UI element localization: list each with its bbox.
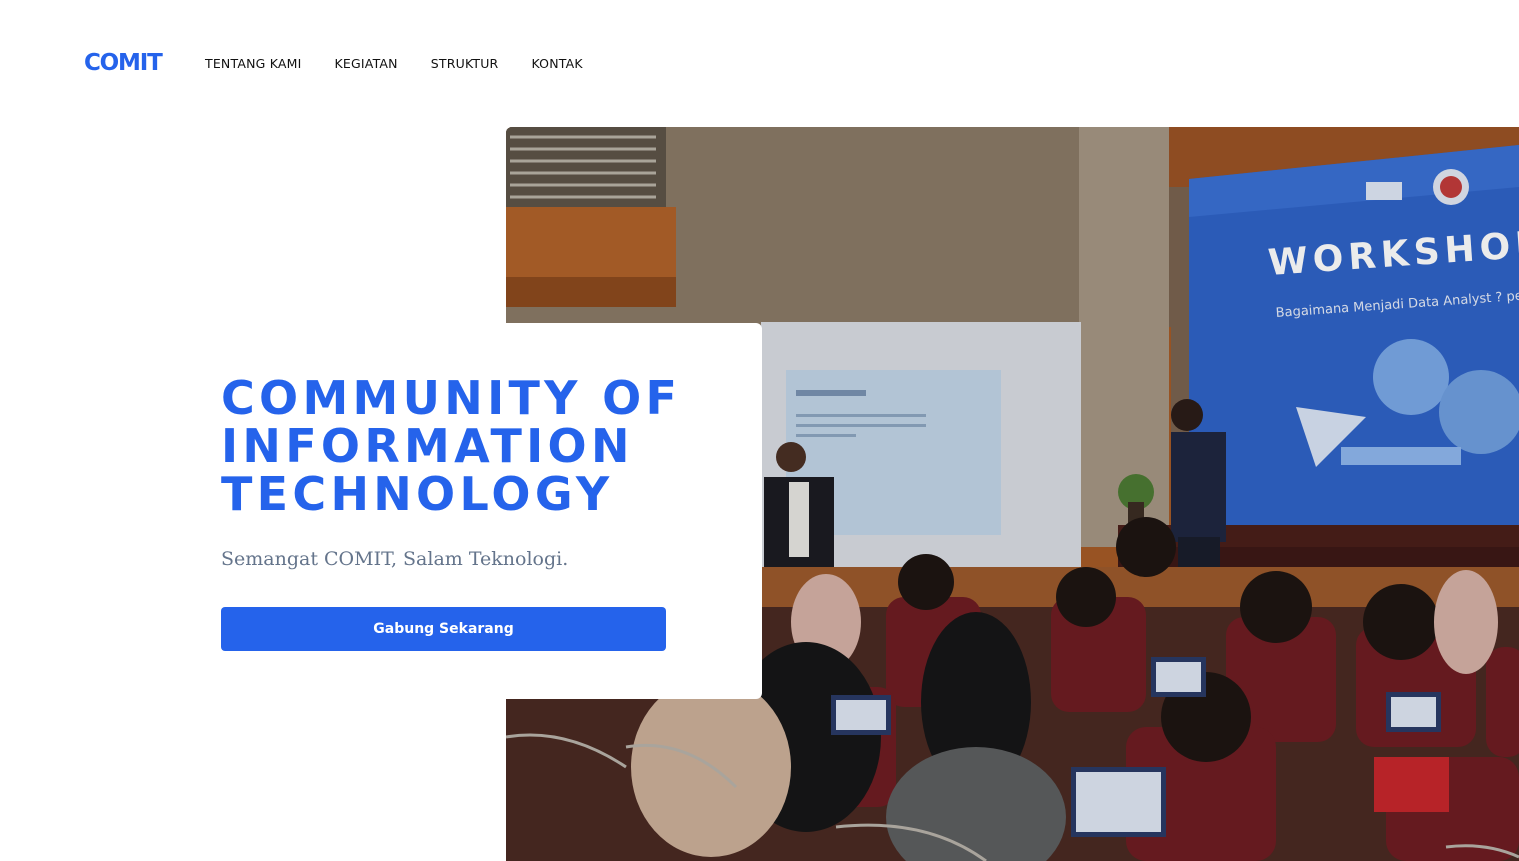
hero-title-line: INFORMATION: [221, 419, 634, 473]
site-header: COMIT TENTANG KAMI KEGIATAN STRUKTUR KON…: [0, 0, 1519, 128]
hero-subtitle: Semangat COMIT, Salam Teknologi.: [221, 548, 569, 570]
nav-link-struktur[interactable]: STRUKTUR: [431, 56, 499, 71]
main-nav: TENTANG KAMI KEGIATAN STRUKTUR KONTAK: [205, 56, 616, 71]
nav-link-tentang-kami[interactable]: TENTANG KAMI: [205, 56, 302, 71]
logo-link[interactable]: COMIT: [84, 50, 163, 76]
hero-title-line: COMMUNITY OF: [221, 371, 682, 425]
nav-link-kontak[interactable]: KONTAK: [531, 56, 582, 71]
nav-link-kegiatan[interactable]: KEGIATAN: [335, 56, 398, 71]
hero-title: COMMUNITY OF INFORMATION TECHNOLOGY: [221, 374, 741, 518]
join-now-button[interactable]: Gabung Sekarang: [221, 607, 666, 651]
hero-title-line: TECHNOLOGY: [221, 467, 614, 521]
